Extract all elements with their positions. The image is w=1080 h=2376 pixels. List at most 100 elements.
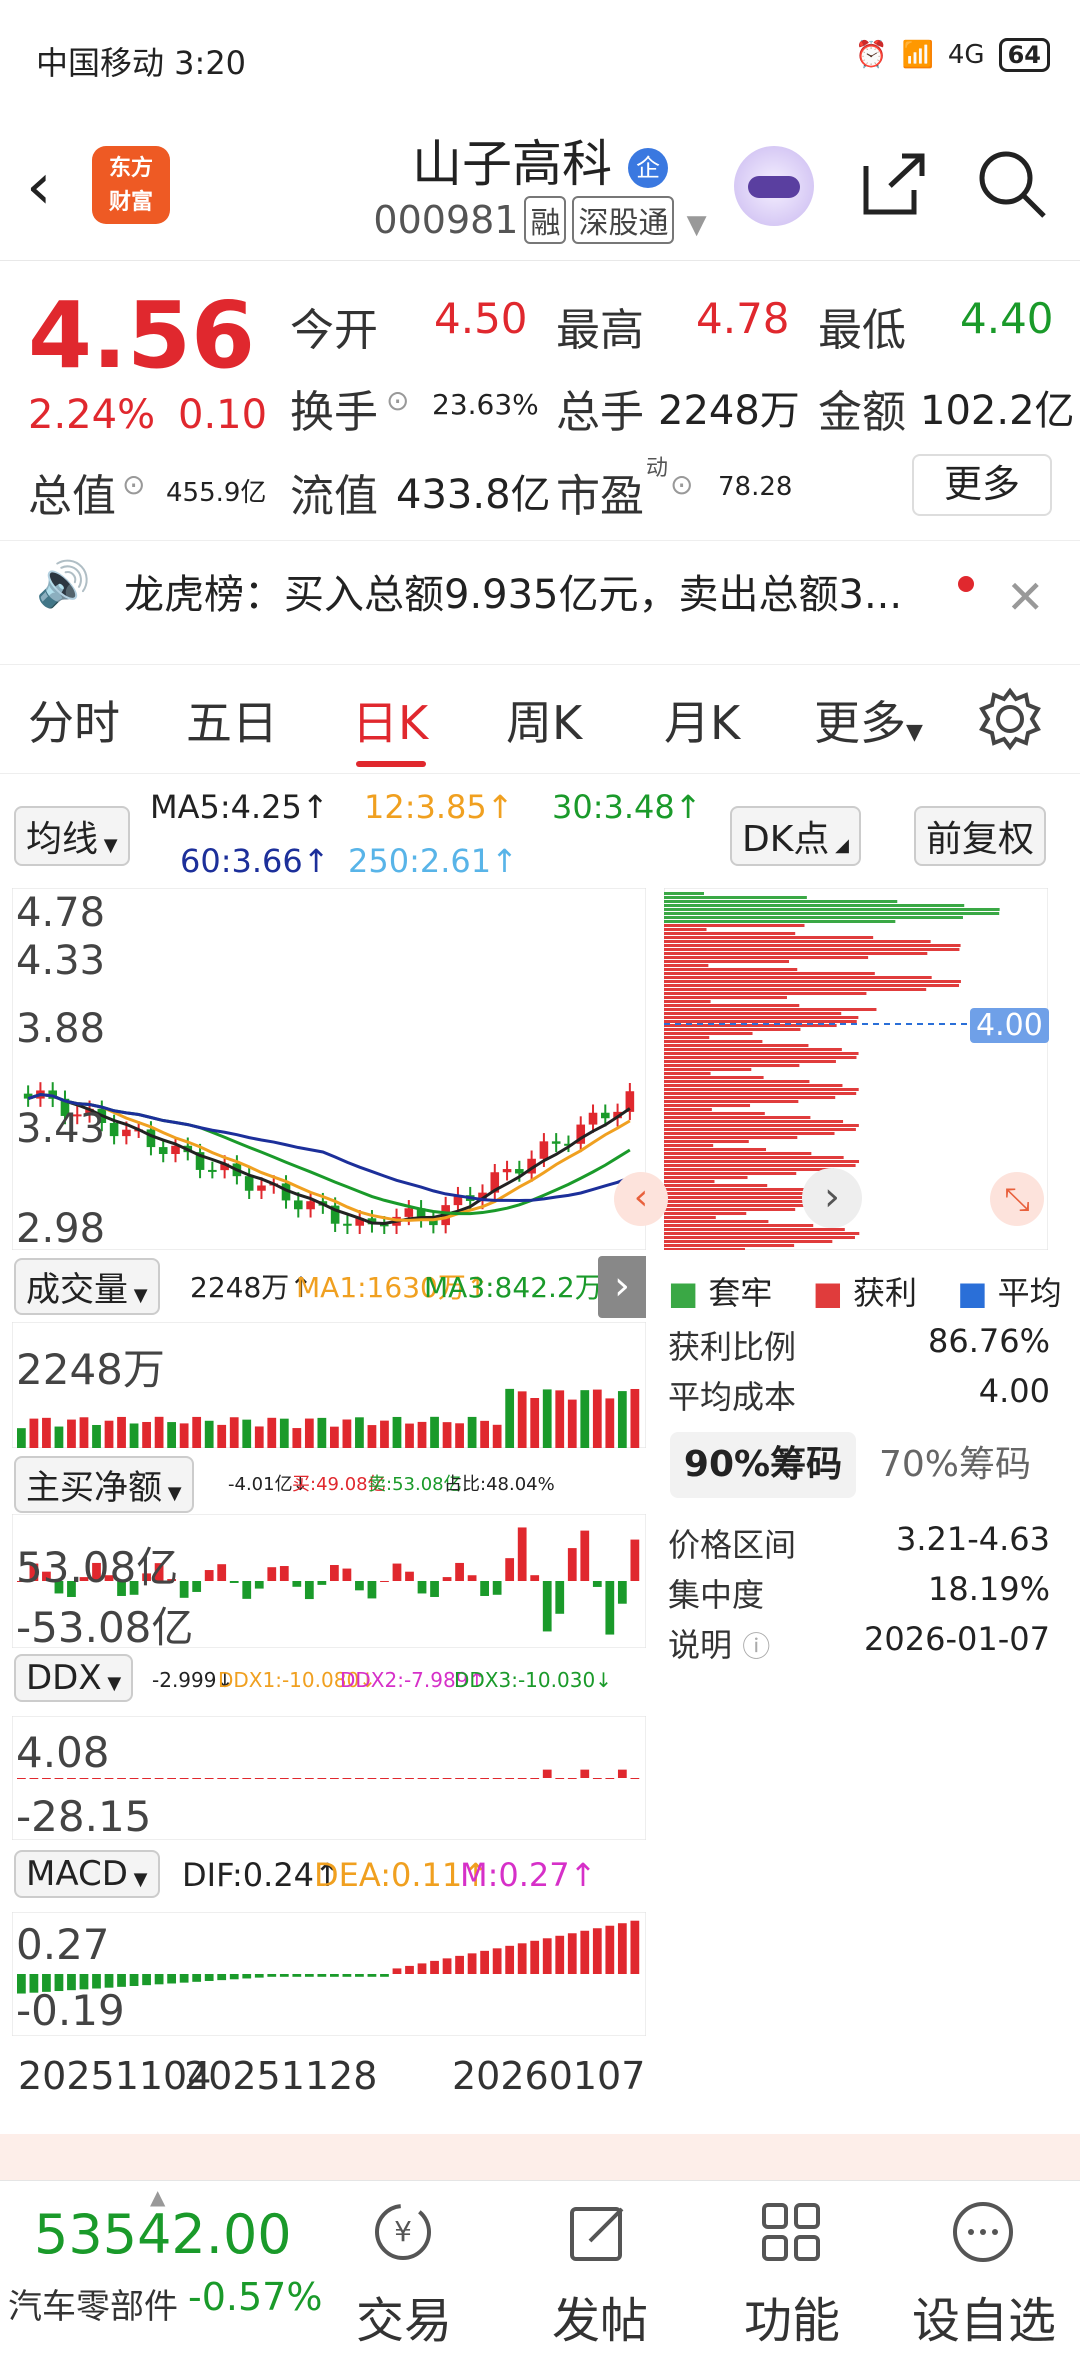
indicator-bar [367,1974,377,1977]
net-buy-selector[interactable]: 主买净额 ▼ [14,1456,194,1513]
chip-bar [664,928,707,931]
next-arrow-icon[interactable]: › [802,1168,862,1228]
chip-bar [664,1056,857,1059]
tab-more[interactable]: 更多▼ [814,687,923,753]
indicator-bar [304,1778,314,1779]
indicator-bar [229,1974,239,1980]
nav-post[interactable]: 发帖 [520,2281,680,2351]
indicator-bar [204,1778,214,1779]
indicator-bar [405,1965,414,1974]
search-icon[interactable] [974,146,1050,222]
chip-bar [664,1244,795,1247]
chip-bar [664,960,790,963]
chart-frame [12,888,646,1250]
indicator-bar [229,1417,239,1448]
chip-bar [664,1112,765,1115]
chip-bar [664,1160,860,1163]
indicator-bar [279,1418,289,1448]
indicator-bar [430,1778,439,1779]
indicator-bar [292,1778,302,1779]
post-icon[interactable] [566,2199,632,2265]
info-icon[interactable]: ⊙ [386,384,409,417]
info-icon[interactable]: ⊙ [122,468,145,501]
watchlist-icon[interactable] [950,2199,1016,2265]
notice-text[interactable]: 龙虎榜：买入总额9.935亿元，卖出总额3... [124,562,944,620]
more-button[interactable]: 更多 [912,454,1052,516]
indicator-bar [392,1968,402,1974]
indicator-bar [317,1417,327,1448]
indicator-bar [254,1778,264,1779]
volume-selector[interactable]: 成交量 ▼ [14,1258,160,1315]
chip-bar [664,1180,715,1183]
chip-bar [664,952,928,955]
share-icon[interactable] [856,146,932,222]
candle-body [404,1208,414,1217]
indicator-bar [204,1570,214,1581]
settings-icon[interactable] [978,687,1042,751]
indicator-bar [167,1974,177,1984]
indicator-bar [304,1581,314,1600]
tab-monthly-k[interactable]: 月K [664,687,740,753]
indicator-bar [430,1416,439,1448]
indicator-bar [92,1424,101,1448]
candle-body [257,1185,266,1191]
nav-trade[interactable]: 交易 [324,2281,484,2351]
chip-legend: ■ 套牢 ■ 获利 ■ 平均 [668,1274,1062,1312]
dk-selector[interactable]: DK点 ◢ [730,806,861,866]
tab-weekly-k[interactable]: 周K [506,687,582,753]
indicator-bar [242,1974,252,1979]
range-label: 价格区间 [668,1526,797,1564]
sector-index[interactable]: 53542.00 [34,2203,292,2266]
chip-bar [664,932,796,935]
indicator-bar [592,1778,602,1779]
nav-watchlist[interactable]: 设自选 [904,2281,1064,2351]
indicator-bar [179,1423,189,1448]
info-icon[interactable]: ⊙ [670,468,693,501]
macd-selector[interactable]: MACD ▼ [14,1850,160,1898]
net-buy-ratio: 占比:48.04% [444,1474,555,1495]
ma-selector[interactable]: 均线 ▼ [14,806,130,866]
close-icon[interactable]: ✕ [1006,570,1045,624]
function-icon[interactable] [758,2199,824,2265]
avg-cost-value: 4.00 [978,1372,1050,1410]
chip-bar [664,1120,844,1123]
tab-five-day[interactable]: 五日 [186,687,278,753]
chip-bar [664,1072,711,1075]
indicator-bar [467,1953,477,1974]
chip-bar [664,1216,716,1219]
profit-ratio-label: 获利比例 [668,1328,797,1366]
nav-function[interactable]: 功能 [712,2281,872,2351]
indicator-bar [567,1933,577,1974]
expand-panel-icon[interactable]: › [598,1256,646,1318]
chip-bar [664,1132,835,1135]
indicator-bar [530,1398,540,1448]
assistant-avatar[interactable] [734,146,814,226]
prev-arrow-icon[interactable]: ‹ [614,1172,668,1226]
ddx-selector[interactable]: DDX ▼ [14,1654,134,1702]
company-badge: 企 [627,147,668,188]
indicator-bar [79,1778,89,1779]
indicator-bar [505,1778,515,1779]
indicator-bar [54,1426,64,1448]
tab-chips-70[interactable]: 70%筹码 [862,1432,1048,1498]
trade-icon[interactable]: ¥ [370,2199,436,2265]
chip-bar [664,1124,859,1127]
chip-bar [664,936,874,939]
indicator-bar [129,1778,139,1779]
indicator-bar [405,1571,414,1581]
indicator-bar [605,1398,615,1448]
candle-body [588,1112,598,1125]
sector-name: 汽车零部件 [8,2287,178,2327]
indicator-bar [630,1388,640,1448]
tab-chips-90[interactable]: 90%筹码 [670,1432,856,1498]
tab-minute[interactable]: 分时 [28,687,120,753]
candlestick-chart[interactable] [12,888,646,1250]
chip-bar [664,1232,860,1235]
adjust-selector[interactable]: 前复权 [914,806,1047,866]
expand-icon[interactable]: ⤡ [990,1172,1044,1226]
tab-daily-k[interactable]: 日K [352,687,428,753]
indicator-bar [267,1778,277,1779]
indicator-bar [279,1974,289,1977]
indicator-bar [367,1778,377,1779]
chip-bar [664,1008,877,1011]
